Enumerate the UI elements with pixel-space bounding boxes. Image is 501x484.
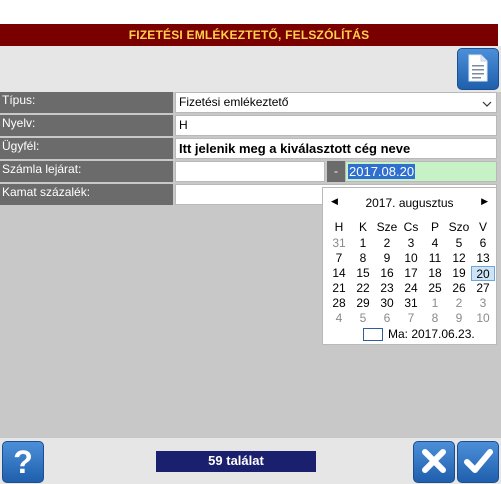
calendar-day[interactable]: 27 xyxy=(471,281,495,296)
due-date-from-input[interactable] xyxy=(175,161,325,182)
calendar-day[interactable]: 5 xyxy=(351,311,375,326)
calendar-day[interactable]: 2 xyxy=(447,296,471,311)
weekday-label: Cs xyxy=(403,220,419,234)
calendar-week: 31 1 2 3 4 5 6 xyxy=(327,236,495,251)
top-strip xyxy=(0,0,501,24)
help-icon: ? xyxy=(13,444,33,480)
calendar-day[interactable]: 6 xyxy=(375,311,399,326)
result-count: 59 találat xyxy=(156,451,316,472)
calendar-day[interactable]: 1 xyxy=(423,296,447,311)
calendar-header: ◀ 2017. augusztus ▶ xyxy=(323,194,496,212)
calendar-day[interactable]: 30 xyxy=(375,296,399,311)
calendar-day[interactable]: 19 xyxy=(447,266,471,281)
calendar-day[interactable]: 29 xyxy=(351,296,375,311)
weekday-label: Sze xyxy=(376,220,398,234)
document-button[interactable] xyxy=(457,48,499,90)
calendar-day[interactable]: 24 xyxy=(399,281,423,296)
due-date-label: Számla lejárat: xyxy=(0,161,173,182)
calendar-month-title: 2017. augusztus xyxy=(365,196,454,210)
cancel-button[interactable] xyxy=(413,441,455,483)
calendar-day[interactable]: 4 xyxy=(423,236,447,251)
close-icon xyxy=(419,446,449,479)
calendar-day[interactable]: 21 xyxy=(327,281,351,296)
type-select-value: Fizetési emlékeztető xyxy=(179,95,289,109)
calendar-day[interactable]: 15 xyxy=(351,266,375,281)
date-picker-popup: ◀ 2017. augusztus ▶ H K Sze Cs P Szo V 3… xyxy=(322,187,497,345)
confirm-button[interactable] xyxy=(457,441,499,483)
calendar-week: 14 15 16 17 18 19 20 xyxy=(327,266,495,281)
calendar-day[interactable]: 22 xyxy=(351,281,375,296)
toolbar xyxy=(0,46,501,92)
calendar-day[interactable]: 3 xyxy=(399,236,423,251)
calendar-day[interactable]: 26 xyxy=(447,281,471,296)
date-separator: - xyxy=(327,161,345,182)
calendar-day[interactable]: 1 xyxy=(351,236,375,251)
weekday-label: P xyxy=(430,220,439,234)
calendar-day[interactable]: 31 xyxy=(399,296,423,311)
today-marker xyxy=(363,327,383,341)
calendar-day[interactable]: 13 xyxy=(471,251,495,266)
language-value: H xyxy=(179,118,188,132)
interest-label: Kamat százalék: xyxy=(0,184,173,205)
calendar-week: 7 8 9 10 11 12 13 xyxy=(327,251,495,266)
type-select[interactable]: Fizetési emlékeztető xyxy=(175,92,497,113)
today-label: Ma: 2017.06.23. xyxy=(388,327,475,341)
calendar-day[interactable]: 5 xyxy=(447,236,471,251)
calendar-day[interactable]: 16 xyxy=(375,266,399,281)
calendar-week: 21 22 23 24 25 26 27 xyxy=(327,281,495,296)
calendar-day[interactable]: 3 xyxy=(471,296,495,311)
calendar-day[interactable]: 17 xyxy=(399,266,423,281)
document-icon xyxy=(466,53,490,86)
due-date-value: 2017.08.20 xyxy=(348,164,416,179)
calendar-day-selected[interactable]: 20 xyxy=(471,266,495,281)
calendar-day[interactable]: 7 xyxy=(399,311,423,326)
calendar-day[interactable]: 2 xyxy=(375,236,399,251)
calendar-day[interactable]: 12 xyxy=(447,251,471,266)
type-label: Típus: xyxy=(0,92,173,113)
calendar-day[interactable]: 6 xyxy=(471,236,495,251)
calendar-day[interactable]: 9 xyxy=(375,251,399,266)
calendar-day[interactable]: 23 xyxy=(375,281,399,296)
calendar-day[interactable]: 10 xyxy=(399,251,423,266)
calendar-week: 4 5 6 7 8 9 10 xyxy=(327,311,495,326)
form-row-due-date: Számla lejárat: - 2017.08.20 xyxy=(0,161,498,183)
calendar-day[interactable]: 14 xyxy=(327,266,351,281)
calendar-day[interactable]: 9 xyxy=(447,311,471,326)
checkmark-icon xyxy=(463,446,493,479)
calendar-day[interactable]: 8 xyxy=(351,251,375,266)
weekday-header: H K Sze Cs P Szo V xyxy=(327,220,495,234)
weekday-label: V xyxy=(478,220,487,234)
calendar-day[interactable]: 28 xyxy=(327,296,351,311)
help-button[interactable]: ? xyxy=(2,441,44,483)
client-label: Ügyfél: xyxy=(0,138,173,159)
client-input[interactable]: Itt jelenik meg a kiválasztott cég neve xyxy=(175,138,497,159)
due-date-input[interactable]: 2017.08.20 xyxy=(345,161,497,182)
calendar-day[interactable]: 4 xyxy=(327,311,351,326)
today-link[interactable]: Ma: 2017.06.23. xyxy=(363,327,475,341)
language-input[interactable]: H xyxy=(175,115,497,136)
form-row-client: Ügyfél: Itt jelenik meg a kiválasztott c… xyxy=(0,138,498,160)
form-row-language: Nyelv: H xyxy=(0,115,498,137)
calendar-day[interactable]: 7 xyxy=(327,251,351,266)
weekday-label: Szo xyxy=(448,220,470,234)
calendar-day[interactable]: 31 xyxy=(327,236,351,251)
chevron-down-icon xyxy=(482,96,492,115)
calendar-day[interactable]: 11 xyxy=(423,251,447,266)
form-row-type: Típus: Fizetési emlékeztető xyxy=(0,92,498,114)
weekday-label: H xyxy=(334,220,344,234)
weekday-label: K xyxy=(358,220,367,234)
calendar-day[interactable]: 8 xyxy=(423,311,447,326)
language-label: Nyelv: xyxy=(0,115,173,136)
calendar-day[interactable]: 25 xyxy=(423,281,447,296)
page-title: FIZETÉSI EMLÉKEZTETŐ, FELSZÓLÍTÁS xyxy=(0,24,498,46)
client-value: Itt jelenik meg a kiválasztott cég neve xyxy=(179,141,411,156)
calendar-day[interactable]: 18 xyxy=(423,266,447,281)
chevron-right-icon[interactable]: ▶ xyxy=(481,196,488,207)
calendar-day[interactable]: 10 xyxy=(471,311,495,326)
calendar-week: 28 29 30 31 1 2 3 xyxy=(327,296,495,311)
